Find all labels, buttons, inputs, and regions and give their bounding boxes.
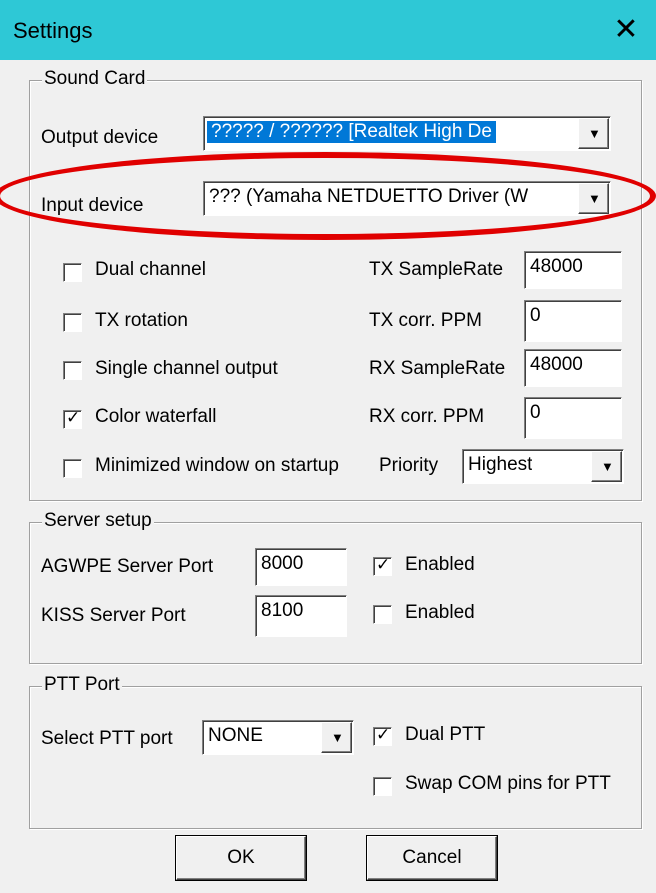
rx-corr-ppm-value: 0 (530, 402, 541, 423)
settings-window: Settings ✕ Sound Card Output device ????… (0, 0, 656, 893)
single-channel-output-checkbox[interactable] (63, 361, 82, 380)
priority-value: Highest (468, 454, 533, 475)
kiss-enabled-checkbox[interactable] (373, 605, 392, 624)
output-device-dropdown-button[interactable]: ▼ (578, 118, 609, 149)
minimized-window-label: Minimized window on startup (95, 455, 339, 476)
priority-dropdown-button[interactable]: ▼ (591, 451, 622, 482)
server-setup-group-label: Server setup (42, 510, 154, 532)
tx-samplerate-label: TX SampleRate (369, 259, 504, 280)
ok-button[interactable]: OK (176, 836, 306, 880)
priority-select[interactable]: Highest ▼ (462, 449, 624, 484)
agwpe-enabled-label: Enabled (405, 554, 475, 575)
checkmark-icon: ✓ (66, 408, 81, 427)
ptt-port-select[interactable]: NONE ▼ (202, 720, 354, 755)
color-waterfall-checkbox[interactable]: ✓ (63, 408, 82, 429)
dual-channel-label: Dual channel (95, 259, 206, 280)
color-waterfall-label: Color waterfall (95, 406, 217, 427)
rx-samplerate-input[interactable]: 48000 (524, 349, 622, 387)
tx-samplerate-input[interactable]: 48000 (524, 251, 622, 289)
checkmark-icon: ✓ (376, 555, 391, 574)
output-device-label: Output device (41, 127, 159, 148)
rx-samplerate-label: RX SampleRate (369, 358, 506, 379)
ptt-port-dropdown-button[interactable]: ▼ (321, 722, 352, 753)
swap-com-pins-label: Swap COM pins for PTT (405, 773, 611, 794)
agwpe-port-label: AGWPE Server Port (41, 556, 214, 577)
chevron-down-icon: ▼ (601, 459, 614, 474)
close-icon[interactable]: ✕ (596, 0, 656, 60)
agwpe-enabled-checkbox[interactable]: ✓ (373, 555, 392, 576)
agwpe-port-input[interactable]: 8000 (255, 548, 347, 586)
tx-corr-ppm-label: TX corr. PPM (369, 310, 482, 331)
kiss-port-label: KISS Server Port (41, 605, 186, 626)
sound-card-group-label: Sound Card (42, 68, 148, 90)
tx-rotation-checkbox[interactable] (63, 313, 82, 332)
tx-rotation-label: TX rotation (95, 310, 188, 331)
kiss-port-input[interactable]: 8100 (255, 595, 347, 637)
minimized-window-checkbox[interactable] (63, 459, 82, 478)
output-device-select[interactable]: ????? / ?????? [Realtek High De ▼ (203, 116, 611, 151)
dual-ptt-label: Dual PTT (405, 724, 486, 745)
checkmark-icon: ✓ (376, 725, 391, 744)
sound-card-group: Sound Card Output device ????? / ?????? … (29, 68, 642, 501)
single-channel-output-label: Single channel output (95, 358, 278, 379)
rx-corr-ppm-label: RX corr. PPM (369, 406, 485, 427)
rx-samplerate-value: 48000 (530, 354, 583, 375)
server-setup-group: Server setup AGWPE Server Port 8000 ✓ En… (29, 510, 642, 664)
ptt-port-group: PTT Port Select PTT port NONE ▼ ✓ Dual P… (29, 674, 642, 829)
priority-label: Priority (379, 455, 439, 476)
rx-corr-ppm-input[interactable]: 0 (524, 397, 622, 439)
kiss-port-value: 8100 (261, 600, 304, 621)
agwpe-port-value: 8000 (261, 553, 304, 574)
select-ptt-port-label: Select PTT port (41, 728, 173, 749)
tx-corr-ppm-value: 0 (530, 305, 541, 326)
dual-ptt-checkbox[interactable]: ✓ (373, 725, 392, 746)
highlight-ellipse (0, 152, 656, 240)
title-bar[interactable]: Settings ✕ (0, 0, 656, 60)
ptt-port-group-label: PTT Port (42, 674, 122, 696)
tx-samplerate-value: 48000 (530, 256, 583, 277)
tx-corr-ppm-input[interactable]: 0 (524, 300, 622, 342)
ptt-port-value: NONE (208, 725, 263, 746)
chevron-down-icon: ▼ (331, 730, 344, 745)
kiss-enabled-label: Enabled (405, 602, 475, 623)
output-device-value: ????? / ?????? [Realtek High De (207, 121, 496, 143)
swap-com-pins-checkbox[interactable] (373, 777, 392, 796)
window-title: Settings (13, 18, 93, 43)
chevron-down-icon: ▼ (588, 126, 601, 141)
cancel-button[interactable]: Cancel (367, 836, 497, 880)
dual-channel-checkbox[interactable] (63, 263, 82, 282)
